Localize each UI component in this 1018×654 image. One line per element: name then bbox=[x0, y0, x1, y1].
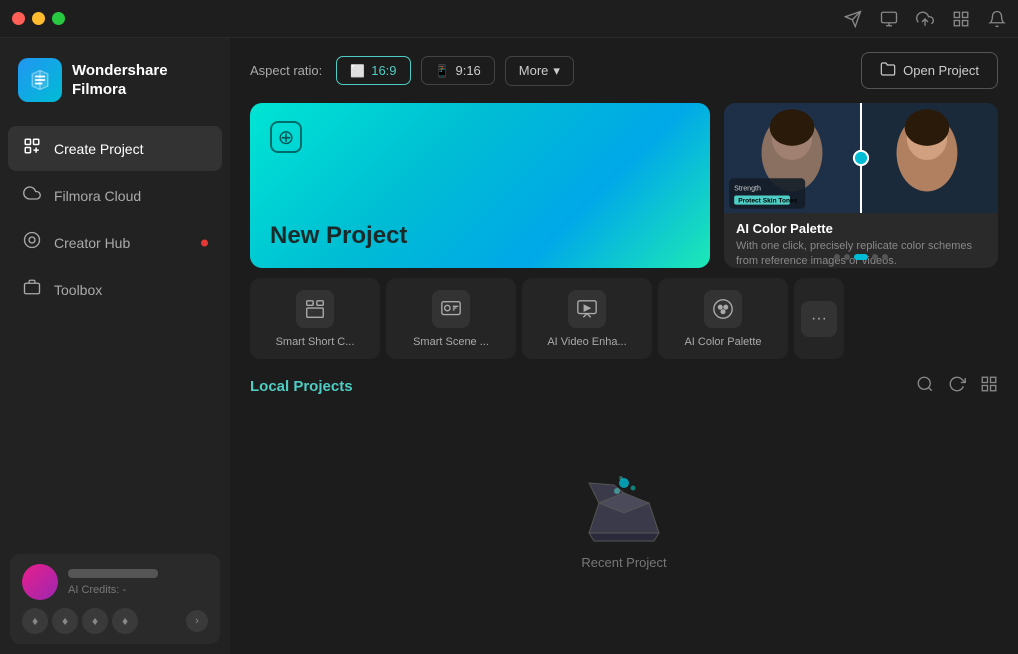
aspect-16-9-label: 16:9 bbox=[371, 63, 396, 78]
create-project-icon bbox=[22, 137, 42, 160]
sidebar-item-label-creator-hub: Creator Hub bbox=[54, 235, 130, 251]
minimize-button[interactable] bbox=[32, 12, 45, 25]
user-actions: ♦ ♦ ♦ ♦ › bbox=[22, 608, 208, 634]
local-projects-header: Local Projects bbox=[230, 359, 1018, 408]
more-label: More bbox=[519, 63, 549, 78]
feature-card[interactable]: Strength Protect Skin Tones AI Color Pal… bbox=[724, 103, 998, 268]
user-panel: AI Credits: - ♦ ♦ ♦ ♦ › bbox=[10, 554, 220, 644]
app-body: Wondershare Filmora Create Project bbox=[0, 38, 1018, 654]
tool-label-ai-color-palette: AI Color Palette bbox=[684, 335, 761, 349]
dot-4[interactable] bbox=[872, 254, 878, 260]
empty-state: Recent Project bbox=[230, 408, 1018, 654]
tool-label-smart-scene: Smart Scene ... bbox=[413, 335, 489, 349]
tool-card-smart-scene[interactable]: Smart Scene ... bbox=[386, 278, 516, 359]
app-logo-icon bbox=[18, 58, 62, 102]
svg-text:Strength: Strength bbox=[734, 184, 761, 192]
open-project-label: Open Project bbox=[903, 63, 979, 78]
sidebar-nav: Create Project Filmora Cloud Creator bbox=[0, 126, 230, 546]
creator-hub-icon bbox=[22, 231, 42, 254]
sidebar-item-creator-hub[interactable]: Creator Hub bbox=[8, 220, 222, 265]
tool-card-ai-color-palette[interactable]: AI Color Palette bbox=[658, 278, 788, 359]
smart-short-icon bbox=[296, 290, 334, 328]
sidebar-item-create-project[interactable]: Create Project bbox=[8, 126, 222, 171]
app-name: Wondershare Filmora bbox=[72, 61, 212, 100]
notification-dot bbox=[201, 239, 208, 246]
phone-aspect-icon: 📱 bbox=[435, 64, 450, 78]
feature-card-image: Strength Protect Skin Tones bbox=[724, 103, 998, 213]
sidebar-logo: Wondershare Filmora bbox=[0, 38, 230, 126]
svg-text:Protect Skin Tones: Protect Skin Tones bbox=[738, 198, 797, 205]
grid-icon[interactable] bbox=[952, 10, 970, 28]
user-action-btn-2[interactable]: ♦ bbox=[52, 608, 78, 634]
more-tools-icon: ··· bbox=[801, 301, 837, 337]
user-action-btn-4[interactable]: ♦ bbox=[112, 608, 138, 634]
ai-color-palette-icon bbox=[704, 290, 742, 328]
aspect-9-16-label: 9:16 bbox=[455, 63, 480, 78]
search-icon[interactable] bbox=[916, 375, 934, 398]
dot-1[interactable] bbox=[834, 254, 840, 260]
user-credits-label: AI Credits: - bbox=[68, 584, 208, 596]
dot-3[interactable] bbox=[854, 254, 868, 260]
empty-box-illustration bbox=[579, 463, 669, 543]
user-info: AI Credits: - bbox=[68, 569, 208, 596]
sidebar: Wondershare Filmora Create Project bbox=[0, 38, 230, 654]
bell-icon[interactable] bbox=[988, 10, 1006, 28]
title-bar-icons bbox=[844, 10, 1006, 28]
user-action-arrow[interactable]: › bbox=[186, 610, 208, 632]
aspect-9-16-button[interactable]: 📱 9:16 bbox=[421, 56, 495, 85]
cloud-icon bbox=[22, 184, 42, 207]
monitor-icon[interactable] bbox=[880, 10, 898, 28]
ai-video-enhance-icon bbox=[568, 290, 606, 328]
chevron-down-icon: ▾ bbox=[553, 63, 560, 79]
new-project-label: New Project bbox=[270, 222, 690, 250]
new-project-plus-icon: ⊕ bbox=[270, 121, 302, 153]
tools-row: Smart Short C... Smart Scene ... bbox=[230, 268, 1018, 359]
grid-view-icon[interactable] bbox=[980, 375, 998, 398]
empty-state-label: Recent Project bbox=[581, 555, 666, 570]
dot-5[interactable] bbox=[882, 254, 888, 260]
sidebar-item-label-toolbox: Toolbox bbox=[54, 282, 102, 298]
window-controls bbox=[12, 12, 65, 25]
folder-icon bbox=[880, 61, 896, 80]
monitor-aspect-icon: ⬜ bbox=[350, 64, 365, 78]
user-action-btn-3[interactable]: ♦ bbox=[82, 608, 108, 634]
open-project-button[interactable]: Open Project bbox=[861, 52, 998, 89]
top-bar: Aspect ratio: ⬜ 16:9 📱 9:16 More ▾ Open … bbox=[230, 38, 1018, 103]
avatar bbox=[22, 564, 58, 600]
sidebar-item-label-create-project: Create Project bbox=[54, 141, 143, 157]
tool-label-ai-video-enhance: AI Video Enha... bbox=[547, 335, 626, 349]
local-projects-actions bbox=[916, 375, 998, 398]
more-button[interactable]: More ▾ bbox=[505, 56, 574, 86]
main-content: Aspect ratio: ⬜ 16:9 📱 9:16 More ▾ Open … bbox=[230, 38, 1018, 654]
aspect-16-9-button[interactable]: ⬜ 16:9 bbox=[336, 56, 410, 85]
new-project-card[interactable]: ⊕ New Project bbox=[250, 103, 710, 268]
title-bar bbox=[0, 0, 1018, 38]
aspect-ratio-label: Aspect ratio: bbox=[250, 63, 322, 78]
tool-card-more[interactable]: ··· bbox=[794, 278, 844, 359]
send-icon[interactable] bbox=[844, 10, 862, 28]
user-action-btn-1[interactable]: ♦ bbox=[22, 608, 48, 634]
sidebar-item-label-filmora-cloud: Filmora Cloud bbox=[54, 188, 141, 204]
user-name-bar bbox=[68, 569, 158, 578]
smart-scene-icon bbox=[432, 290, 470, 328]
sidebar-item-filmora-cloud[interactable]: Filmora Cloud bbox=[8, 173, 222, 218]
tool-card-smart-short[interactable]: Smart Short C... bbox=[250, 278, 380, 359]
close-button[interactable] bbox=[12, 12, 25, 25]
tool-label-smart-short: Smart Short C... bbox=[276, 335, 355, 349]
local-projects-title: Local Projects bbox=[250, 378, 353, 395]
user-row: AI Credits: - bbox=[22, 564, 208, 600]
tool-card-ai-video-enhance[interactable]: AI Video Enha... bbox=[522, 278, 652, 359]
carousel-dots bbox=[724, 254, 998, 260]
cards-area: ⊕ New Project bbox=[230, 103, 1018, 268]
feature-card-title: AI Color Palette bbox=[736, 221, 986, 236]
dot-2[interactable] bbox=[844, 254, 850, 260]
refresh-icon[interactable] bbox=[948, 375, 966, 398]
upload-icon[interactable] bbox=[916, 10, 934, 28]
maximize-button[interactable] bbox=[52, 12, 65, 25]
face-background: Strength Protect Skin Tones bbox=[724, 103, 998, 213]
toolbox-icon bbox=[22, 278, 42, 301]
sidebar-item-toolbox[interactable]: Toolbox bbox=[8, 267, 222, 312]
